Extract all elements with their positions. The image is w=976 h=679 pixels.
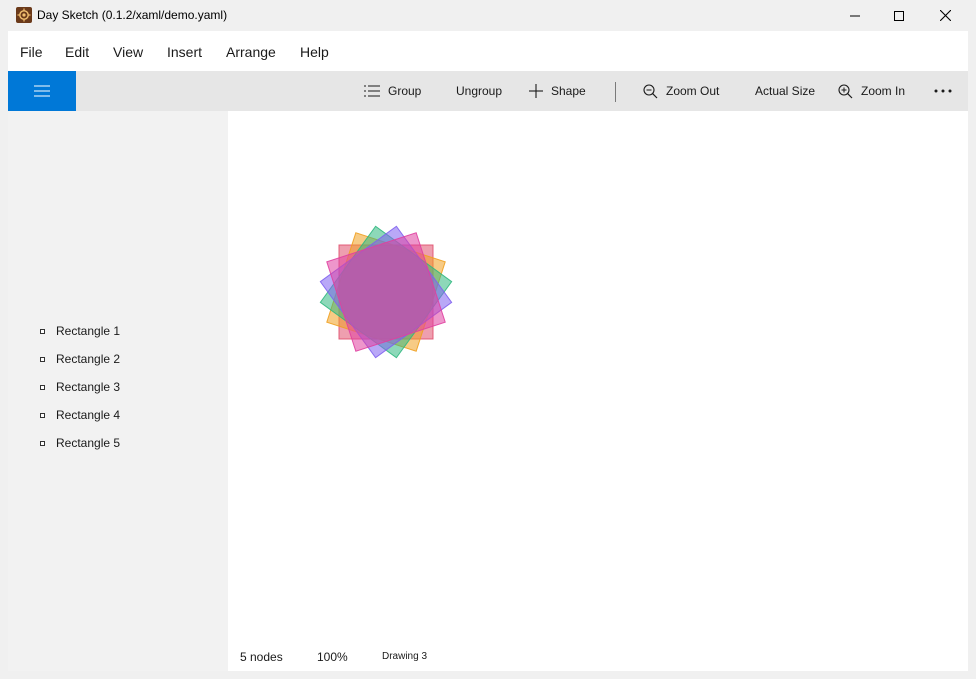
document-name: Drawing 3 bbox=[382, 651, 428, 662]
minimize-icon bbox=[850, 15, 860, 16]
node-bullet-icon bbox=[40, 328, 45, 334]
canvas-surface bbox=[319, 225, 453, 359]
zoom-out-label: Zoom Out bbox=[666, 84, 720, 98]
minimize-button[interactable] bbox=[832, 0, 878, 31]
window-title: Day Sketch (0.1.2/xaml/demo.yaml) bbox=[37, 8, 228, 22]
ungroup-label: Ungroup bbox=[456, 84, 503, 98]
list-icon bbox=[364, 85, 380, 97]
close-icon bbox=[939, 10, 951, 21]
layer-item[interactable]: Rectangle 1 bbox=[40, 322, 120, 340]
shape-label: Shape bbox=[551, 84, 586, 98]
toolbar: Group Ungroup Shape Zoom Out Actual Size… bbox=[8, 71, 968, 111]
menu-bar: File Edit View Insert Arrange Help bbox=[8, 31, 968, 71]
menu-help[interactable]: Help bbox=[300, 44, 329, 60]
maximize-button[interactable] bbox=[876, 0, 922, 31]
maximize-icon bbox=[894, 10, 904, 21]
menu-file[interactable]: File bbox=[20, 44, 43, 60]
zoom-level: 100% bbox=[317, 650, 348, 664]
more-options-button[interactable] bbox=[934, 71, 960, 111]
layer-item-label: Rectangle 4 bbox=[56, 408, 121, 422]
zoom-in-icon bbox=[838, 83, 853, 98]
plus-icon bbox=[529, 84, 543, 98]
layer-item-label: Rectangle 5 bbox=[56, 436, 121, 450]
layer-item-label: Rectangle 2 bbox=[56, 352, 121, 366]
title-bar: Day Sketch (0.1.2/xaml/demo.yaml) bbox=[0, 0, 976, 31]
app-logo-icon bbox=[16, 7, 32, 23]
layer-item[interactable]: Rectangle 5 bbox=[40, 434, 120, 452]
menu-insert[interactable]: Insert bbox=[167, 44, 202, 60]
node-bullet-icon bbox=[40, 440, 45, 446]
menu-arrange[interactable]: Arrange bbox=[226, 44, 276, 60]
close-button[interactable] bbox=[922, 0, 968, 31]
zoom-out-icon bbox=[643, 83, 658, 98]
toolbar-separator bbox=[615, 82, 616, 102]
drawing-canvas[interactable] bbox=[228, 111, 968, 645]
ungroup-button[interactable]: Ungroup bbox=[456, 71, 502, 111]
group-button[interactable]: Group bbox=[364, 71, 421, 111]
actual-size-button[interactable]: Actual Size bbox=[755, 71, 815, 111]
node-bullet-icon bbox=[40, 356, 45, 362]
zoom-in-label: Zoom In bbox=[861, 84, 906, 98]
status-bar: 5 nodes 100% Drawing 3 bbox=[228, 645, 968, 671]
sidebar-toggle-button[interactable] bbox=[8, 71, 76, 111]
more-icon bbox=[934, 89, 952, 93]
layers-panel: Rectangle 1 Rectangle 2 Rectangle 3 Rect… bbox=[8, 111, 228, 671]
hamburger-icon bbox=[34, 85, 50, 97]
actual-size-label: Actual Size bbox=[755, 84, 816, 98]
group-label: Group bbox=[388, 84, 422, 98]
node-bullet-icon bbox=[40, 412, 45, 418]
menu-edit[interactable]: Edit bbox=[65, 44, 89, 60]
node-count: 5 nodes bbox=[240, 650, 283, 664]
layer-item[interactable]: Rectangle 2 bbox=[40, 350, 120, 368]
menu-view[interactable]: View bbox=[113, 44, 143, 60]
layer-item[interactable]: Rectangle 3 bbox=[40, 378, 120, 396]
zoom-out-button[interactable]: Zoom Out bbox=[643, 71, 719, 111]
layer-item-label: Rectangle 3 bbox=[56, 380, 121, 394]
zoom-in-button[interactable]: Zoom In bbox=[838, 71, 905, 111]
layer-item-label: Rectangle 1 bbox=[56, 324, 121, 338]
node-bullet-icon bbox=[40, 384, 45, 390]
add-shape-button[interactable]: Shape bbox=[529, 71, 586, 111]
layer-item[interactable]: Rectangle 4 bbox=[40, 406, 120, 424]
